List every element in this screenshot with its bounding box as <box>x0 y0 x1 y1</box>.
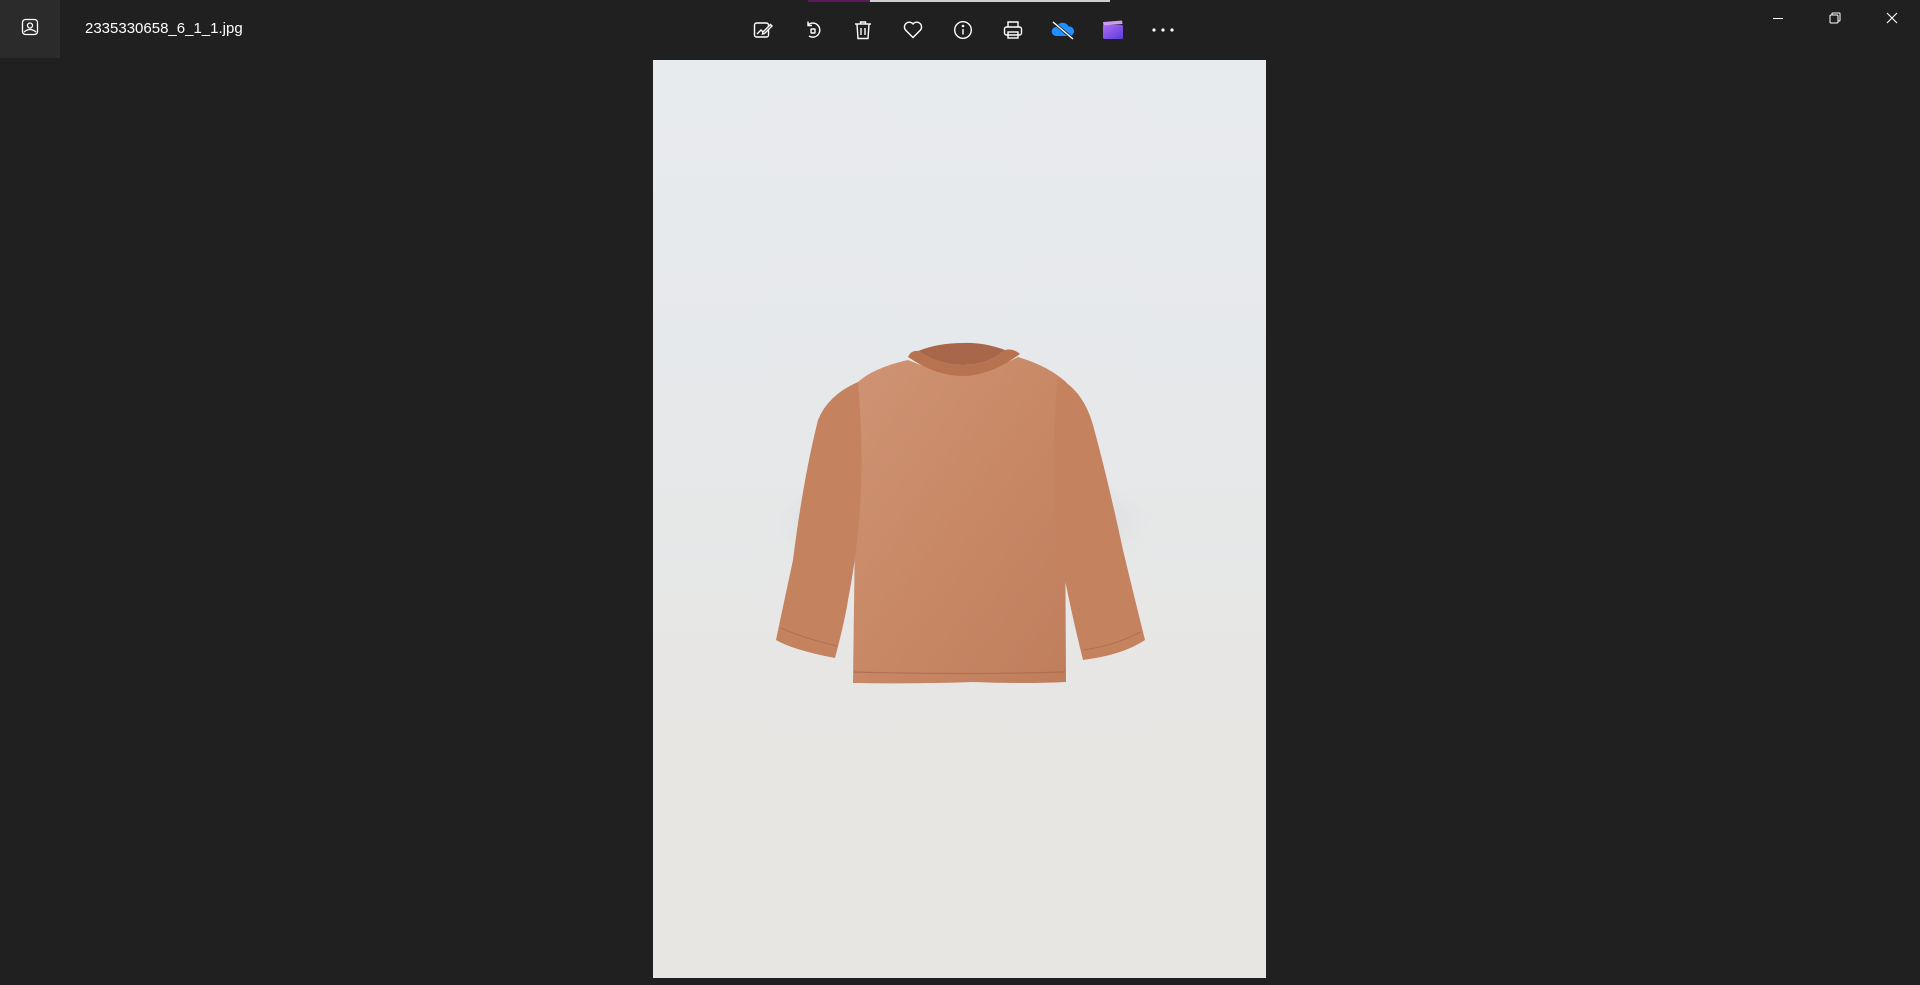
image-viewer-canvas[interactable] <box>0 60 1920 985</box>
minimize-button[interactable] <box>1749 0 1806 40</box>
restore-button[interactable] <box>1806 0 1863 40</box>
rotate-icon <box>803 20 823 40</box>
more-icon <box>1151 27 1175 33</box>
favorite-button[interactable] <box>888 10 938 50</box>
edit-image-icon <box>753 20 773 40</box>
more-options-button[interactable] <box>1138 10 1188 50</box>
main-toolbar <box>738 10 1188 50</box>
delete-button[interactable] <box>838 10 888 50</box>
tshirt-body <box>848 357 1079 684</box>
window-controls <box>1749 0 1920 40</box>
clipchamp-button[interactable] <box>1088 10 1138 50</box>
close-icon <box>1886 11 1898 29</box>
onedrive-button[interactable] <box>1038 10 1088 50</box>
heart-icon <box>903 21 923 39</box>
gallery-button[interactable] <box>0 0 60 58</box>
restore-icon <box>1829 11 1841 29</box>
cloud-off-icon <box>1050 20 1076 40</box>
close-button[interactable] <box>1863 0 1920 40</box>
rotate-button[interactable] <box>788 10 838 50</box>
file-name-title: 2335330658_6_1_1.jpg <box>85 20 243 37</box>
minimize-icon <box>1772 11 1784 29</box>
clipchamp-icon <box>1102 20 1124 40</box>
photos-app-icon <box>21 18 39 41</box>
edit-image-button[interactable] <box>738 10 788 50</box>
print-button[interactable] <box>988 10 1038 50</box>
file-info-button[interactable] <box>938 10 988 50</box>
photo-image[interactable] <box>653 60 1266 978</box>
printer-icon <box>1003 20 1023 40</box>
loading-indicator <box>808 0 1110 2</box>
tshirt-photo-illustration <box>773 342 1153 684</box>
info-icon <box>953 20 973 40</box>
trash-icon <box>854 20 872 40</box>
title-bar: 2335330658_6_1_1.jpg <box>0 0 1920 60</box>
